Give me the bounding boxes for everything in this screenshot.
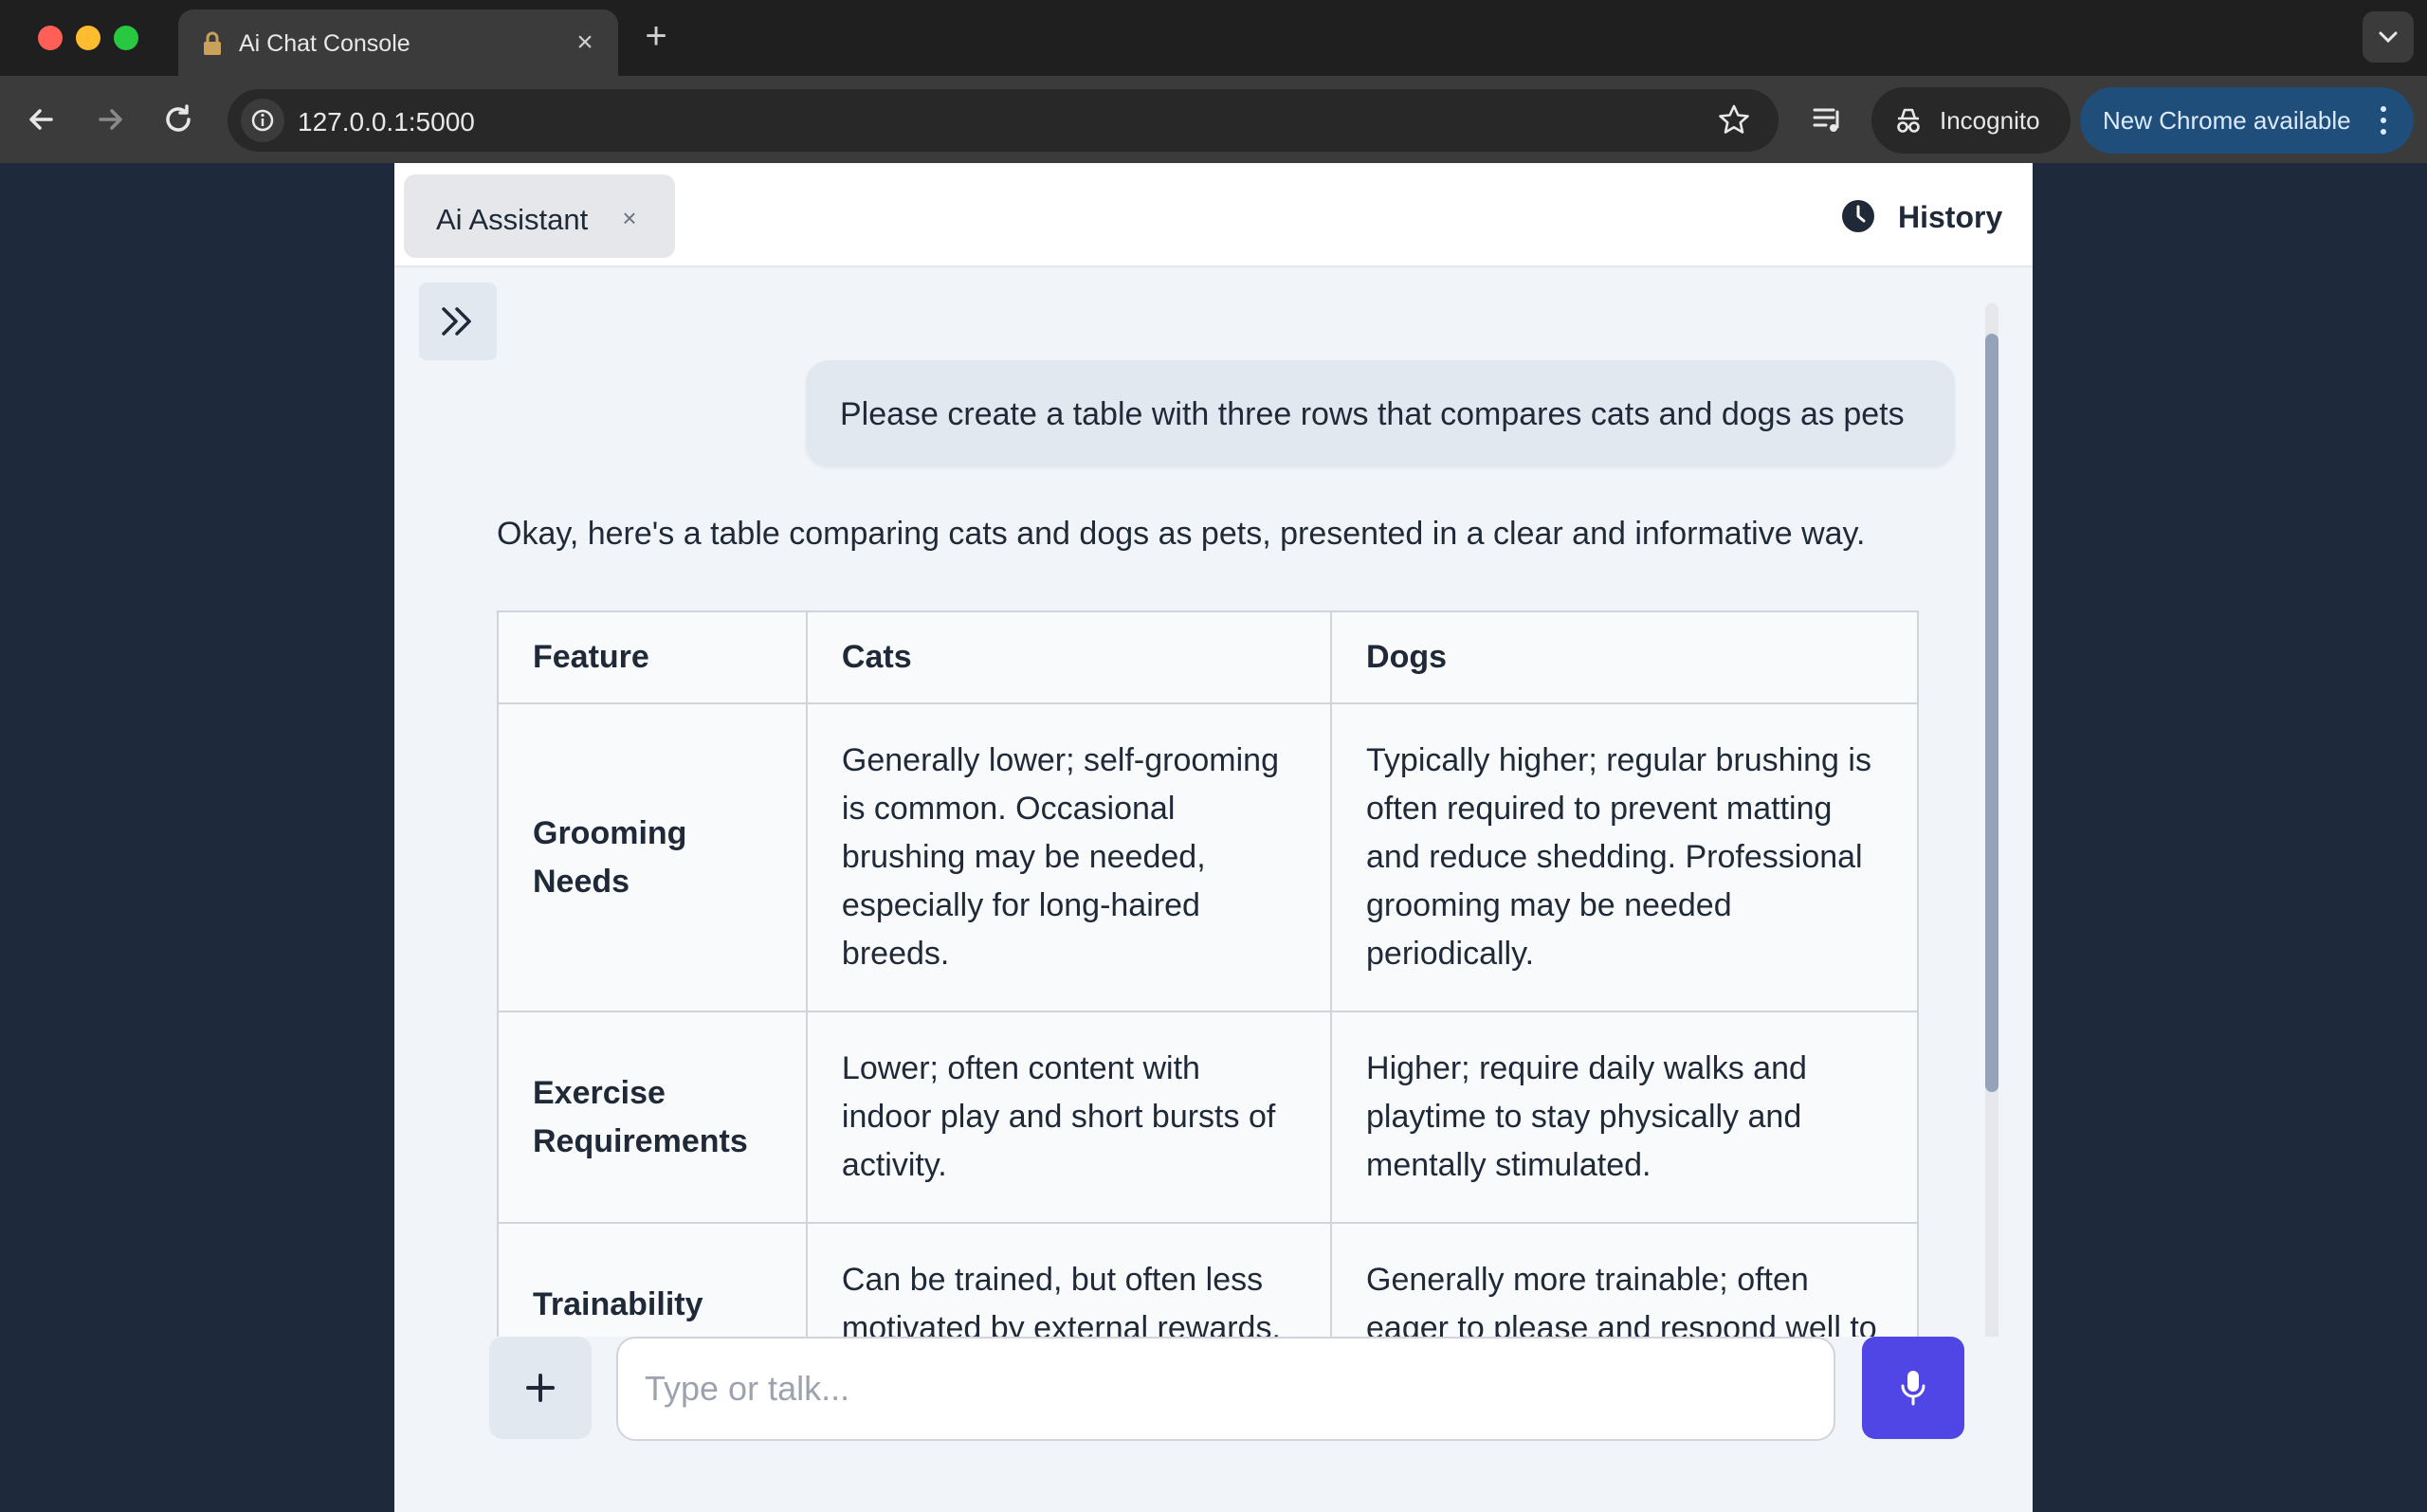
app-header: Ai Assistant × History (394, 163, 2033, 267)
forward-arrow-icon[interactable] (87, 97, 133, 142)
kebab-menu-icon[interactable] (2378, 104, 2389, 137)
assistant-tab-close-icon[interactable]: × (612, 201, 647, 235)
assistant-tab-label: Ai Assistant (436, 203, 589, 236)
table-header-cell: Feature (497, 610, 808, 704)
comparison-table: Feature Cats Dogs Grooming Needs General… (497, 610, 1919, 1387)
message-input[interactable] (616, 1337, 1835, 1441)
chrome-update-button[interactable]: New Chrome available (2080, 87, 2414, 154)
table-row: Exercise Requirements Lower; often conte… (497, 1011, 1919, 1224)
clock-icon (1842, 200, 1874, 232)
table-feature-cell: Grooming Needs (497, 702, 808, 1012)
chat-scroll-area[interactable]: Please create a table with three rows th… (394, 269, 1968, 1500)
update-label: New Chrome available (2103, 106, 2351, 135)
table-cell: Typically higher; regular brushing is of… (1330, 702, 1919, 1012)
history-button[interactable]: History (1826, 186, 2016, 245)
site-info-icon[interactable] (241, 99, 284, 142)
chat-app: Ai Assistant × History Please create a t… (394, 163, 2033, 1512)
table-header-cell: Cats (805, 610, 1333, 704)
browser-tab[interactable]: Ai Chat Console × (178, 9, 618, 76)
new-tab-button[interactable]: + (637, 17, 675, 55)
chat-scrollbar-thumb[interactable] (1985, 334, 1998, 1092)
microphone-icon (1901, 1371, 1925, 1406)
incognito-indicator[interactable]: Incognito (1871, 87, 2071, 154)
maximize-window-button[interactable] (114, 26, 138, 50)
history-label: History (1898, 200, 2003, 234)
incognito-label: Incognito (1940, 106, 2040, 135)
assistant-tab[interactable]: Ai Assistant × (404, 174, 675, 258)
browser-toolbar: 127.0.0.1:5000 Incognito New Chrome avai… (0, 76, 2427, 163)
double-chevron-right-icon (442, 307, 471, 336)
tab-close-icon[interactable]: × (567, 25, 603, 61)
composer (394, 1337, 2033, 1512)
table-feature-cell: Exercise Requirements (497, 1011, 808, 1224)
assistant-intro-text: Okay, here's a table comparing cats and … (497, 516, 1866, 552)
browser-titlebar: Ai Chat Console × + (0, 0, 2427, 76)
table-cell: Higher; require daily walks and playtime… (1330, 1011, 1919, 1224)
sidebar-toggle-button[interactable] (419, 282, 497, 360)
lock-favicon-icon (204, 31, 221, 55)
incognito-icon (1897, 108, 1920, 133)
media-controls-icon[interactable] (1811, 102, 1845, 137)
url-text: 127.0.0.1:5000 (298, 107, 475, 137)
back-arrow-icon[interactable] (19, 97, 64, 142)
reload-icon[interactable] (155, 97, 201, 142)
user-message-bubble: Please create a table with three rows th… (806, 360, 1955, 466)
plus-icon (526, 1374, 555, 1402)
table-header-row: Feature Cats Dogs (497, 610, 1919, 704)
minimize-window-button[interactable] (76, 26, 100, 50)
attach-button[interactable] (489, 1337, 592, 1439)
address-bar[interactable]: 127.0.0.1:5000 (228, 89, 1779, 152)
tab-title: Ai Chat Console (239, 30, 411, 57)
user-message-text: Please create a table with three rows th… (840, 396, 1905, 432)
table-cell: Generally lower; self-grooming is common… (805, 702, 1333, 1012)
close-window-button[interactable] (38, 26, 63, 50)
bookmark-star-icon[interactable] (1716, 102, 1752, 138)
chevron-down-icon (2379, 31, 2398, 44)
voice-input-button[interactable] (1862, 1337, 1964, 1439)
tab-search-button[interactable] (2363, 11, 2414, 63)
table-row: Grooming Needs Generally lower; self-gro… (497, 702, 1919, 1012)
table-header-cell: Dogs (1330, 610, 1919, 704)
table-cell: Lower; often content with indoor play an… (805, 1011, 1333, 1224)
